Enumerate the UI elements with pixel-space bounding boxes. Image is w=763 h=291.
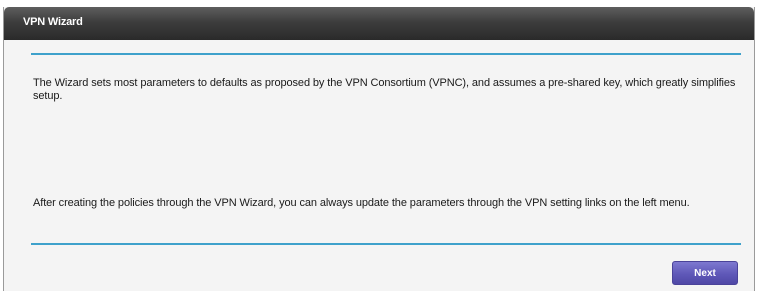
info-paragraph: After creating the policies through the … xyxy=(33,197,690,209)
title-bar: VPN Wizard xyxy=(4,7,754,40)
bottom-divider xyxy=(31,243,741,245)
vpn-wizard-panel: VPN Wizard The Wizard sets most paramete… xyxy=(3,7,755,291)
panel-title: VPN Wizard xyxy=(23,16,83,28)
intro-paragraph: The Wizard sets most parameters to defau… xyxy=(33,77,736,102)
top-divider xyxy=(31,53,741,55)
next-button[interactable]: Next xyxy=(672,261,738,285)
